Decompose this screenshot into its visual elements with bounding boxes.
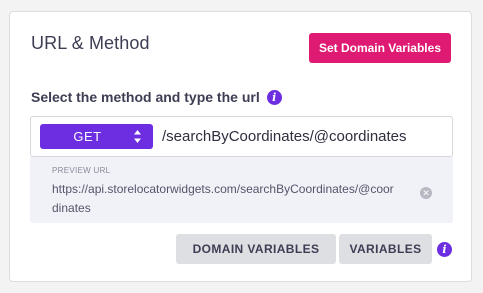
variables-button[interactable]: VARIABLES <box>339 234 432 264</box>
method-url-label: Select the method and type the url <box>31 89 260 105</box>
method-url-label-row: Select the method and type the url i <box>31 89 282 105</box>
updown-arrows-icon <box>134 130 141 143</box>
preview-url-text: https://api.storelocatorwidgets.com/sear… <box>52 182 394 215</box>
url-method-card: URL & Method Set Domain Variables Select… <box>9 11 472 282</box>
method-select[interactable]: GET <box>40 124 153 149</box>
domain-variables-button[interactable]: DOMAIN VARIABLES <box>176 234 336 264</box>
clear-icon[interactable]: ✕ <box>420 187 432 199</box>
variables-info-icon[interactable]: i <box>437 242 452 257</box>
set-domain-variables-button[interactable]: Set Domain Variables <box>308 33 451 63</box>
preview-url-label: PREVIEW URL <box>52 166 111 175</box>
url-input[interactable] <box>162 124 447 149</box>
preview-url-panel: PREVIEW URL https://api.storelocatorwidg… <box>30 157 453 223</box>
card-title: URL & Method <box>31 33 150 53</box>
method-select-value: GET <box>73 129 102 144</box>
url-input-group: GET <box>30 116 453 157</box>
info-icon[interactable]: i <box>266 89 282 105</box>
